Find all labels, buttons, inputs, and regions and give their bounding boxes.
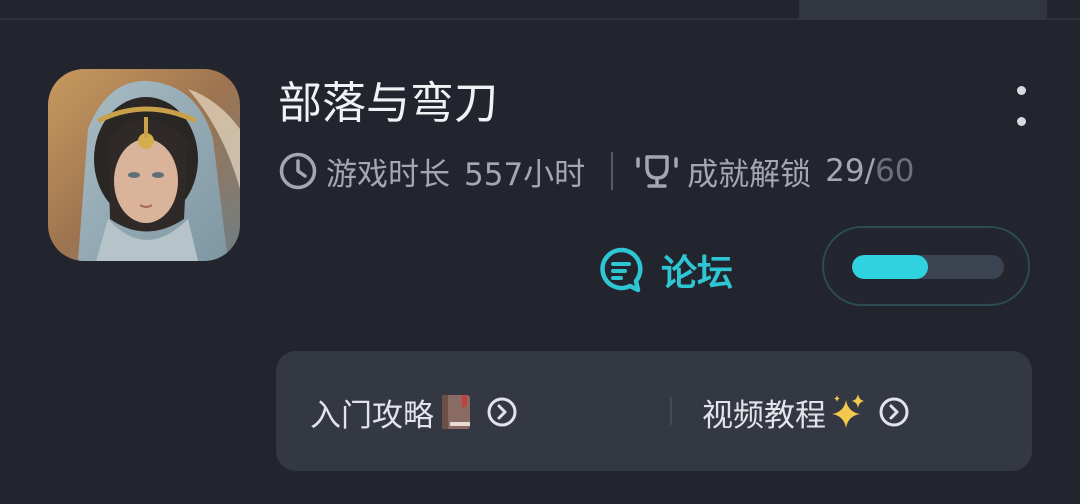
more-dot-icon <box>1016 86 1026 95</box>
video-tutorial-label: 视频教程 <box>702 397 826 434</box>
achievement-total: 60 <box>875 153 915 189</box>
trophy-icon <box>635 151 679 191</box>
progress-toggle[interactable] <box>822 226 1030 306</box>
achievement-unlocked: 29 <box>825 153 865 189</box>
card-divider <box>670 397 672 425</box>
more-options-button[interactable] <box>1006 86 1036 126</box>
achievement-label: 成就解锁 <box>687 156 812 193</box>
stats-divider <box>611 152 614 190</box>
progress-track <box>852 255 1004 279</box>
playtime-label: 游戏时长 <box>326 156 450 193</box>
forum-label: 论坛 <box>661 253 734 294</box>
achievement-count: 29/60 <box>825 153 914 189</box>
clock-icon <box>278 151 318 191</box>
progress-fill <box>852 255 928 279</box>
video-tutorial-link[interactable]: 视频教程 <box>702 389 910 435</box>
book-icon <box>438 392 474 432</box>
top-tab-indicator[interactable] <box>799 0 1047 20</box>
chevron-right-circle-icon <box>486 396 518 428</box>
game-cover-image[interactable] <box>48 69 240 261</box>
game-title: 部落与弯刀 <box>278 78 498 129</box>
stats-row: 游戏时长 557小时 成就解锁 29/60 <box>278 148 915 194</box>
beginner-guide-link[interactable]: 入门攻略 <box>310 389 518 435</box>
chevron-right-circle-icon <box>878 396 910 428</box>
guide-card: 入门攻略 视频教程 <box>276 351 1032 471</box>
more-dot-icon <box>1016 117 1026 126</box>
playtime-value: 557小时 <box>464 156 586 193</box>
achievement-separator: / <box>864 153 876 189</box>
chat-bubble-icon <box>597 245 661 295</box>
beginner-guide-label: 入门攻略 <box>310 397 434 434</box>
sparkles-icon <box>830 392 866 432</box>
forum-button[interactable]: 论坛 <box>597 240 733 300</box>
